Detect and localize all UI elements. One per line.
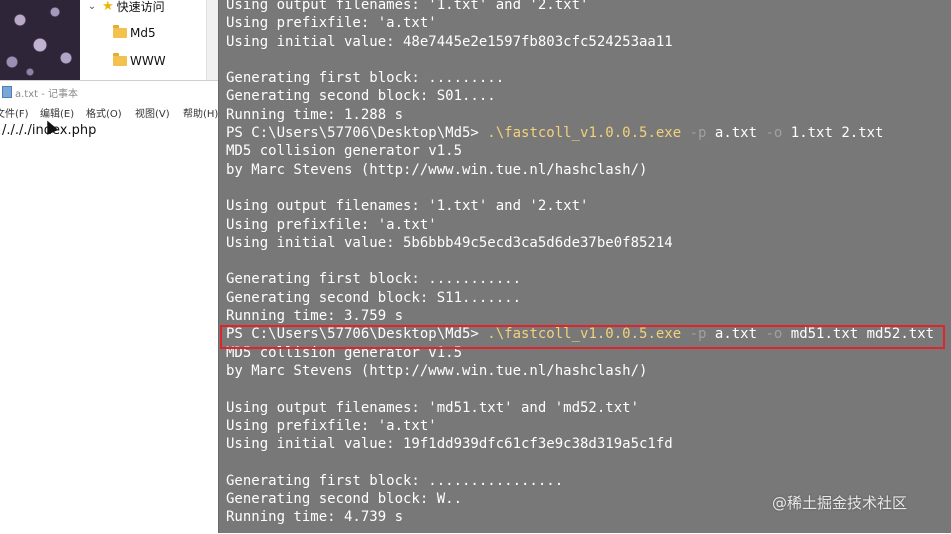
console-output-line: Generating second block: S11.......	[226, 289, 522, 306]
folder-label: WWW	[130, 54, 166, 68]
command-argument: 1.txt 2.txt	[782, 125, 884, 142]
console-output-line: Using prefixfile: 'a.txt'	[226, 15, 437, 32]
desktop-wallpaper	[0, 0, 80, 80]
folder-icon	[113, 25, 127, 38]
folder-item-www[interactable]: WWW	[113, 53, 166, 68]
menu-help[interactable]: 帮助(H)	[183, 105, 218, 120]
notepad-title: a.txt - 记事本	[15, 88, 79, 100]
console-output-line: Using prefixfile: 'a.txt'	[226, 216, 437, 233]
console-output-line: Generating first block: .........	[226, 70, 505, 87]
folder-icon	[113, 53, 127, 66]
menu-file[interactable]: 文件(F)	[0, 105, 29, 120]
chevron-down-icon[interactable]: ⌄	[86, 1, 98, 12]
console-output-line: by Marc Stevens (http://www.win.tue.nl/h…	[226, 161, 648, 178]
quick-access-label: 快速访问	[116, 0, 165, 14]
console-output-line: Running time: 1.288 s	[226, 106, 404, 123]
command-argument: a.txt	[706, 125, 758, 142]
watermark: @稀土掘金技术社区	[772, 494, 908, 512]
console-output: Using output filenames: '1.txt' and '2.t…	[226, 0, 934, 527]
notepad-window: a.txt - 记事本 文件(F) 编辑(E) 格式(O) 视图(V) 帮助(H…	[0, 80, 218, 534]
console-output-line: Using initial value: 5b6bbb49c5ecd3ca5d6…	[226, 234, 673, 251]
console-output-line: Using output filenames: 'md51.txt' and '…	[226, 399, 640, 416]
console-output-line: Using initial value: 48e7445e2e1597fb803…	[226, 33, 673, 50]
menu-view[interactable]: 视图(V)	[135, 105, 170, 120]
prompt-text: PS C:\Users\57706\Desktop\Md5>	[226, 125, 488, 142]
left-panel: ⌄ ★ 快速访问 Md5 WWW a.txt - 记事本 文件(F) 编辑(E)…	[0, 0, 219, 534]
notepad-icon	[2, 86, 12, 98]
command-executable: .\fastcoll_v1.0.0.5.exe	[487, 125, 682, 142]
console-output-line: Generating second block: S01....	[226, 88, 496, 105]
command-flag: -p	[681, 125, 707, 142]
command-highlight-box	[220, 325, 945, 349]
menu-edit[interactable]: 编辑(E)	[40, 105, 74, 120]
console-output-line: Using initial value: 19f1dd939dfc61cf3e9…	[226, 436, 673, 453]
console-output-line: Generating first block: ...........	[226, 271, 522, 288]
notepad-titlebar: a.txt - 记事本	[0, 84, 78, 100]
quick-access-item[interactable]: ⌄ ★ 快速访问	[86, 0, 165, 15]
console-command-line: PS C:\Users\57706\Desktop\Md5> .\fastcol…	[226, 124, 934, 142]
console-output-line: Using prefixfile: 'a.txt'	[226, 417, 437, 434]
command-flag: -o	[757, 125, 783, 142]
folder-item-md5[interactable]: Md5	[113, 25, 156, 40]
star-icon: ★	[102, 0, 114, 14]
console-output-line: Using output filenames: '1.txt' and '2.t…	[226, 0, 589, 13]
folder-label: Md5	[130, 26, 156, 40]
console-output-line: Generating first block: ................	[226, 472, 564, 489]
powershell-console[interactable]: Using output filenames: '1.txt' and '2.t…	[218, 0, 951, 533]
menu-format[interactable]: 格式(O)	[86, 105, 122, 120]
console-output-line: Running time: 3.759 s	[226, 308, 404, 325]
console-output-line: MD5 collision generator v1.5	[226, 143, 463, 160]
console-output-line: Using output filenames: '1.txt' and '2.t…	[226, 198, 589, 215]
console-output-line: by Marc Stevens (http://www.win.tue.nl/h…	[226, 362, 648, 379]
file-explorer-nav-pane: ⌄ ★ 快速访问 Md5 WWW	[80, 0, 206, 80]
